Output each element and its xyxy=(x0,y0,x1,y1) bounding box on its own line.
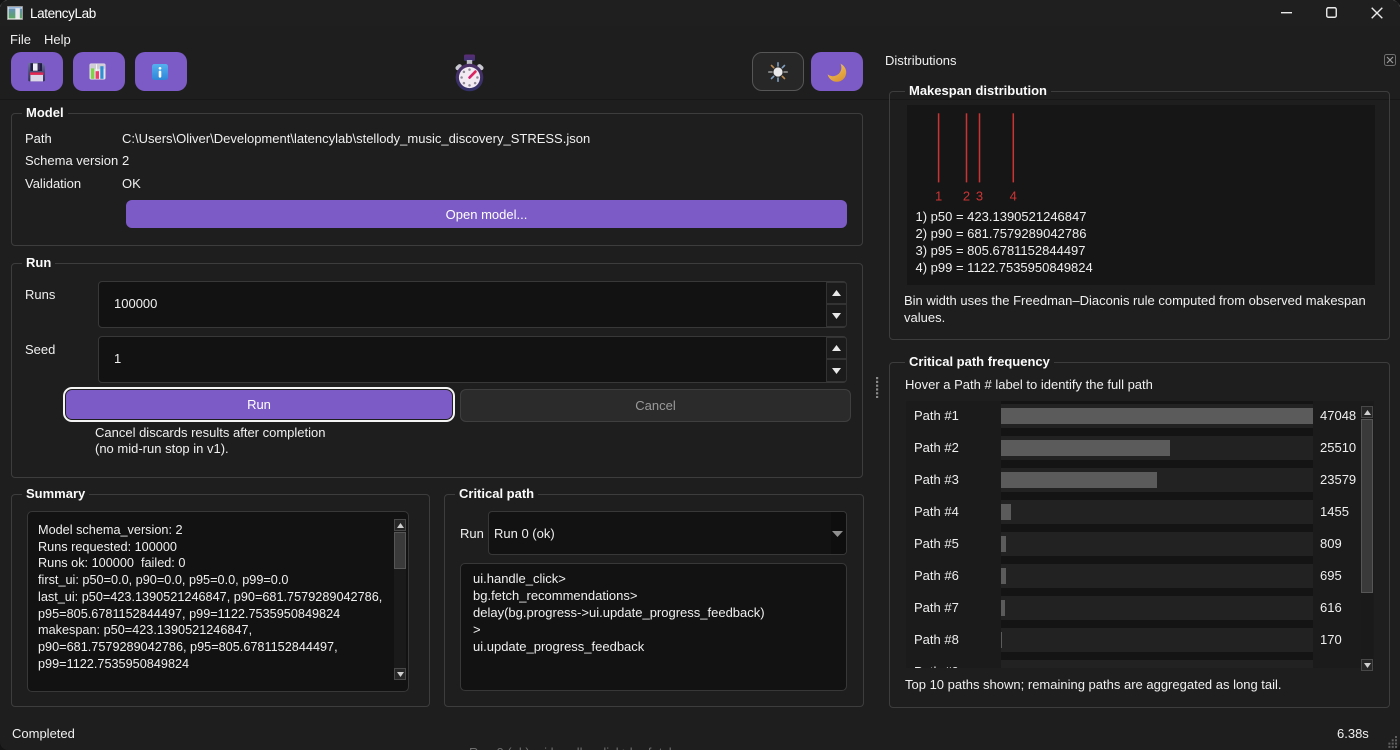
svg-text:4) p99 = 1122.7535950849824: 4) p99 = 1122.7535950849824 xyxy=(916,260,1093,275)
svg-text:1) p50 = 423.1390521246847: 1) p50 = 423.1390521246847 xyxy=(916,209,1087,224)
svg-text:3) p95 = 805.6781152844497: 3) p95 = 805.6781152844497 xyxy=(916,243,1086,258)
svg-text:4: 4 xyxy=(1010,189,1017,204)
svg-text:1: 1 xyxy=(935,189,942,204)
svg-text:2) p90 = 681.7579289042786: 2) p90 = 681.7579289042786 xyxy=(916,226,1087,241)
svg-text:3: 3 xyxy=(976,189,983,204)
svg-text:2: 2 xyxy=(963,189,970,204)
